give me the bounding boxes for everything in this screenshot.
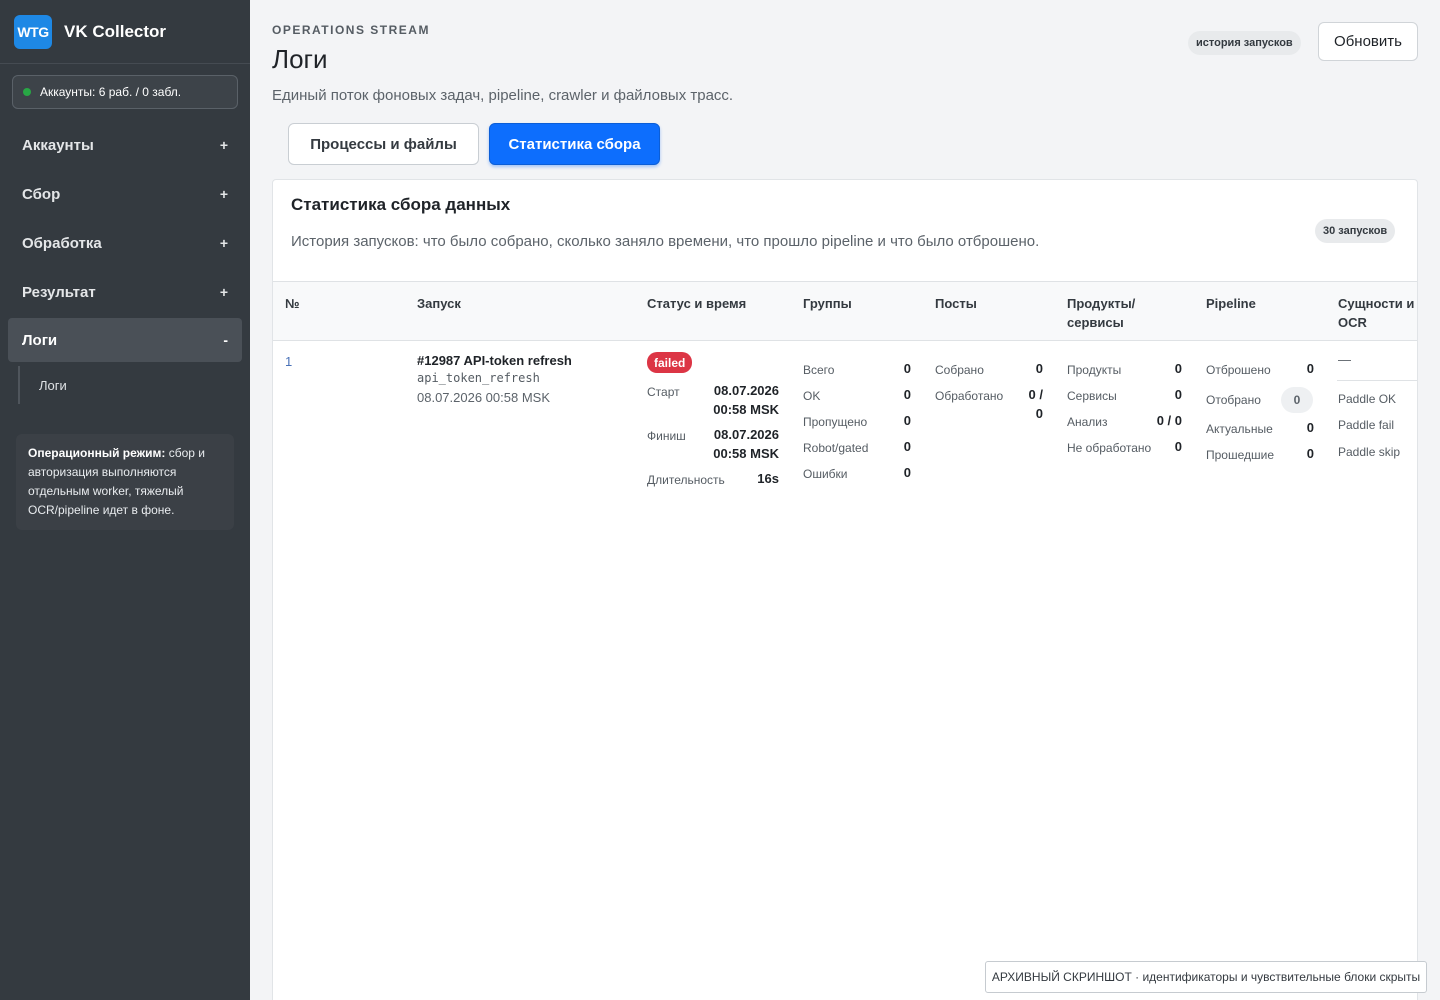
status-dot-icon	[23, 88, 31, 96]
runs-count-badge: 30 запусков	[1315, 219, 1396, 243]
paddle-ok-label: Paddle OK	[1338, 392, 1397, 406]
groups-skipped-value: 0	[903, 413, 911, 428]
status-badge: failed	[647, 352, 693, 373]
run-title[interactable]: #12987 API-token refresh	[417, 353, 572, 368]
groups-robot-label: Robot/gated	[803, 441, 869, 455]
page-eyebrow: OPERATIONS STREAM	[272, 23, 430, 37]
analysis-value: 0 / 0	[1156, 413, 1182, 428]
page-subtitle: Единый поток фоновых задач, pipeline, cr…	[272, 87, 734, 104]
sidebar-item-result[interactable]: Результат +	[8, 270, 242, 314]
groups-skipped-label: Пропущено	[803, 415, 868, 429]
paddle-skip-label: Paddle skip	[1338, 445, 1401, 459]
expand-icon: +	[219, 137, 228, 153]
products-value: 0	[1174, 361, 1182, 376]
products-label: Продукты	[1067, 363, 1122, 377]
stats-card: Статистика сбора данных История запусков…	[272, 179, 1418, 1000]
finish-time: 00:58 MSK	[713, 446, 779, 461]
groups-ok-value: 0	[903, 387, 911, 402]
pipeline-selected-label: Отобрано	[1206, 393, 1261, 407]
posts-processed-total: 0	[1035, 406, 1043, 421]
column-header-products: Продукты/ сервисы	[1067, 296, 1136, 330]
pipeline-passed-label: Прошедшие	[1206, 448, 1275, 462]
history-badge: история запусков	[1188, 31, 1301, 55]
sidebar-item-collection[interactable]: Сбор +	[8, 172, 242, 216]
groups-total-value: 0	[903, 361, 911, 376]
card-description: История запусков: что было собрано, скол…	[291, 233, 1040, 250]
sidebar-item-label: Обработка	[22, 234, 102, 252]
services-value: 0	[1174, 387, 1182, 402]
archive-notice: АРХИВНЫЙ СКРИНШОТ · идентификаторы и чув…	[985, 961, 1427, 993]
operation-mode-title: Операционный режим:	[28, 446, 166, 460]
accounts-status-label: Аккаунты: 6 раб. / 0 забл.	[40, 85, 182, 99]
unprocessed-label: Не обработано	[1067, 441, 1152, 455]
pipeline-rejected-label: Отброшено	[1206, 363, 1271, 377]
sidebar: WTG VK Collector Аккаунты: 6 раб. / 0 за…	[0, 0, 250, 1000]
start-date: 08.07.2026	[713, 383, 779, 398]
sidebar-item-label: Результат	[22, 283, 96, 301]
column-header-status: Статус и время	[647, 296, 747, 311]
run-time: 08.07.2026 00:58 MSK	[417, 390, 550, 405]
row-number: 1	[285, 354, 293, 369]
groups-robot-value: 0	[903, 439, 911, 454]
ocr-empty-dash: —	[1338, 352, 1351, 367]
finish-date: 08.07.2026	[713, 427, 779, 442]
analysis-label: Анализ	[1067, 415, 1108, 429]
collapse-icon: -	[223, 332, 228, 348]
posts-collected-label: Собрано	[935, 363, 984, 377]
operation-mode-note: Операционный режим: сбор и авторизация в…	[16, 434, 234, 530]
groups-ok-label: OK	[803, 389, 821, 403]
column-header-num: №	[285, 296, 300, 311]
pipeline-actual-value: 0	[1306, 420, 1314, 435]
pipeline-rejected-value: 0	[1306, 361, 1314, 376]
expand-icon: +	[219, 235, 228, 251]
card-title: Статистика сбора данных	[291, 195, 511, 214]
sidebar-item-label: Аккаунты	[22, 136, 94, 154]
column-header-ocr: Сущности и OCR	[1338, 296, 1415, 330]
brand-name: VK Collector	[64, 21, 167, 41]
groups-errors-value: 0	[903, 465, 911, 480]
posts-collected-value: 0	[1035, 361, 1043, 376]
sidebar-item-logs[interactable]: Логи -	[8, 318, 242, 362]
expand-icon: +	[219, 186, 228, 202]
expand-icon: +	[219, 284, 228, 300]
sidebar-subitem-logs[interactable]: Логи	[18, 366, 218, 404]
brand-logo: WTG	[14, 14, 52, 49]
tab-processes-files[interactable]: Процессы и файлы	[288, 123, 479, 165]
sidebar-item-label: Сбор	[22, 185, 61, 203]
groups-total-label: Всего	[803, 363, 835, 377]
accounts-status[interactable]: Аккаунты: 6 раб. / 0 забл.	[12, 75, 238, 109]
pipeline-actual-label: Актуальные	[1206, 422, 1273, 436]
sidebar-item-label: Логи	[22, 331, 58, 349]
posts-processed-label: Обработано	[935, 389, 1004, 403]
finish-label: Финиш	[647, 429, 686, 443]
refresh-button[interactable]: Обновить	[1318, 22, 1418, 61]
column-header-groups: Группы	[803, 296, 852, 311]
column-header-posts: Посты	[935, 296, 977, 311]
run-code: api_token_refresh	[417, 371, 540, 385]
duration-value: 16s	[757, 471, 779, 486]
unprocessed-value: 0	[1174, 439, 1182, 454]
posts-processed-value: 0 /	[1028, 387, 1043, 402]
services-label: Сервисы	[1067, 389, 1117, 403]
column-header-pipeline: Pipeline	[1206, 296, 1256, 311]
duration-label: Длительность	[647, 473, 725, 487]
start-time: 00:58 MSK	[713, 402, 779, 417]
table-header: № Запуск Статус и время Группы Посты Про…	[273, 281, 1417, 341]
sidebar-item-processing[interactable]: Обработка +	[8, 221, 242, 265]
start-label: Старт	[647, 385, 680, 399]
brand[interactable]: WTG VK Collector	[0, 0, 250, 64]
sidebar-item-accounts[interactable]: Аккаунты +	[8, 123, 242, 167]
page-title: Логи	[272, 44, 328, 74]
pipeline-selected-value: 0	[1281, 387, 1313, 413]
tab-collection-stats[interactable]: Статистика сбора	[489, 123, 660, 165]
paddle-fail-label: Paddle fail	[1338, 418, 1395, 432]
pipeline-passed-value: 0	[1306, 446, 1314, 461]
ocr-divider	[1337, 380, 1417, 381]
column-header-run: Запуск	[417, 296, 461, 311]
groups-errors-label: Ошибки	[803, 467, 848, 481]
